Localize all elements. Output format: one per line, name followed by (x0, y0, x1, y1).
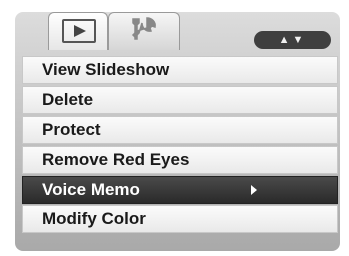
menu-item-label: Modify Color (42, 209, 146, 229)
menu-item-view-slideshow[interactable]: View Slideshow (22, 56, 338, 84)
play-icon (62, 19, 96, 43)
menu-item-label: Remove Red Eyes (42, 149, 190, 169)
menu-item-label: Delete (42, 89, 94, 109)
menu-item-label: View Slideshow (42, 60, 170, 79)
submenu-arrow-icon (251, 184, 257, 195)
menu-item-label: Voice Memo (42, 179, 140, 199)
menu-item-protect[interactable]: Protect (22, 115, 338, 144)
scroll-arrows[interactable]: ▲▼ (254, 31, 331, 49)
menu-item-modify-color[interactable]: Modify Color (22, 205, 338, 234)
menu-item-label: Protect (42, 119, 101, 139)
menu-item-voice-memo[interactable]: Voice Memo (22, 175, 338, 204)
menu-item-remove-red-eyes[interactable]: Remove Red Eyes (22, 145, 338, 174)
menu-item-delete[interactable]: Delete (22, 85, 338, 114)
wrench-screwdriver-icon (131, 17, 156, 40)
camera-menu-screen: ▲▼ View Slideshow Delete Protect Remove … (0, 0, 349, 256)
menu-list: View Slideshow Delete Protect Remove Red… (22, 56, 338, 235)
